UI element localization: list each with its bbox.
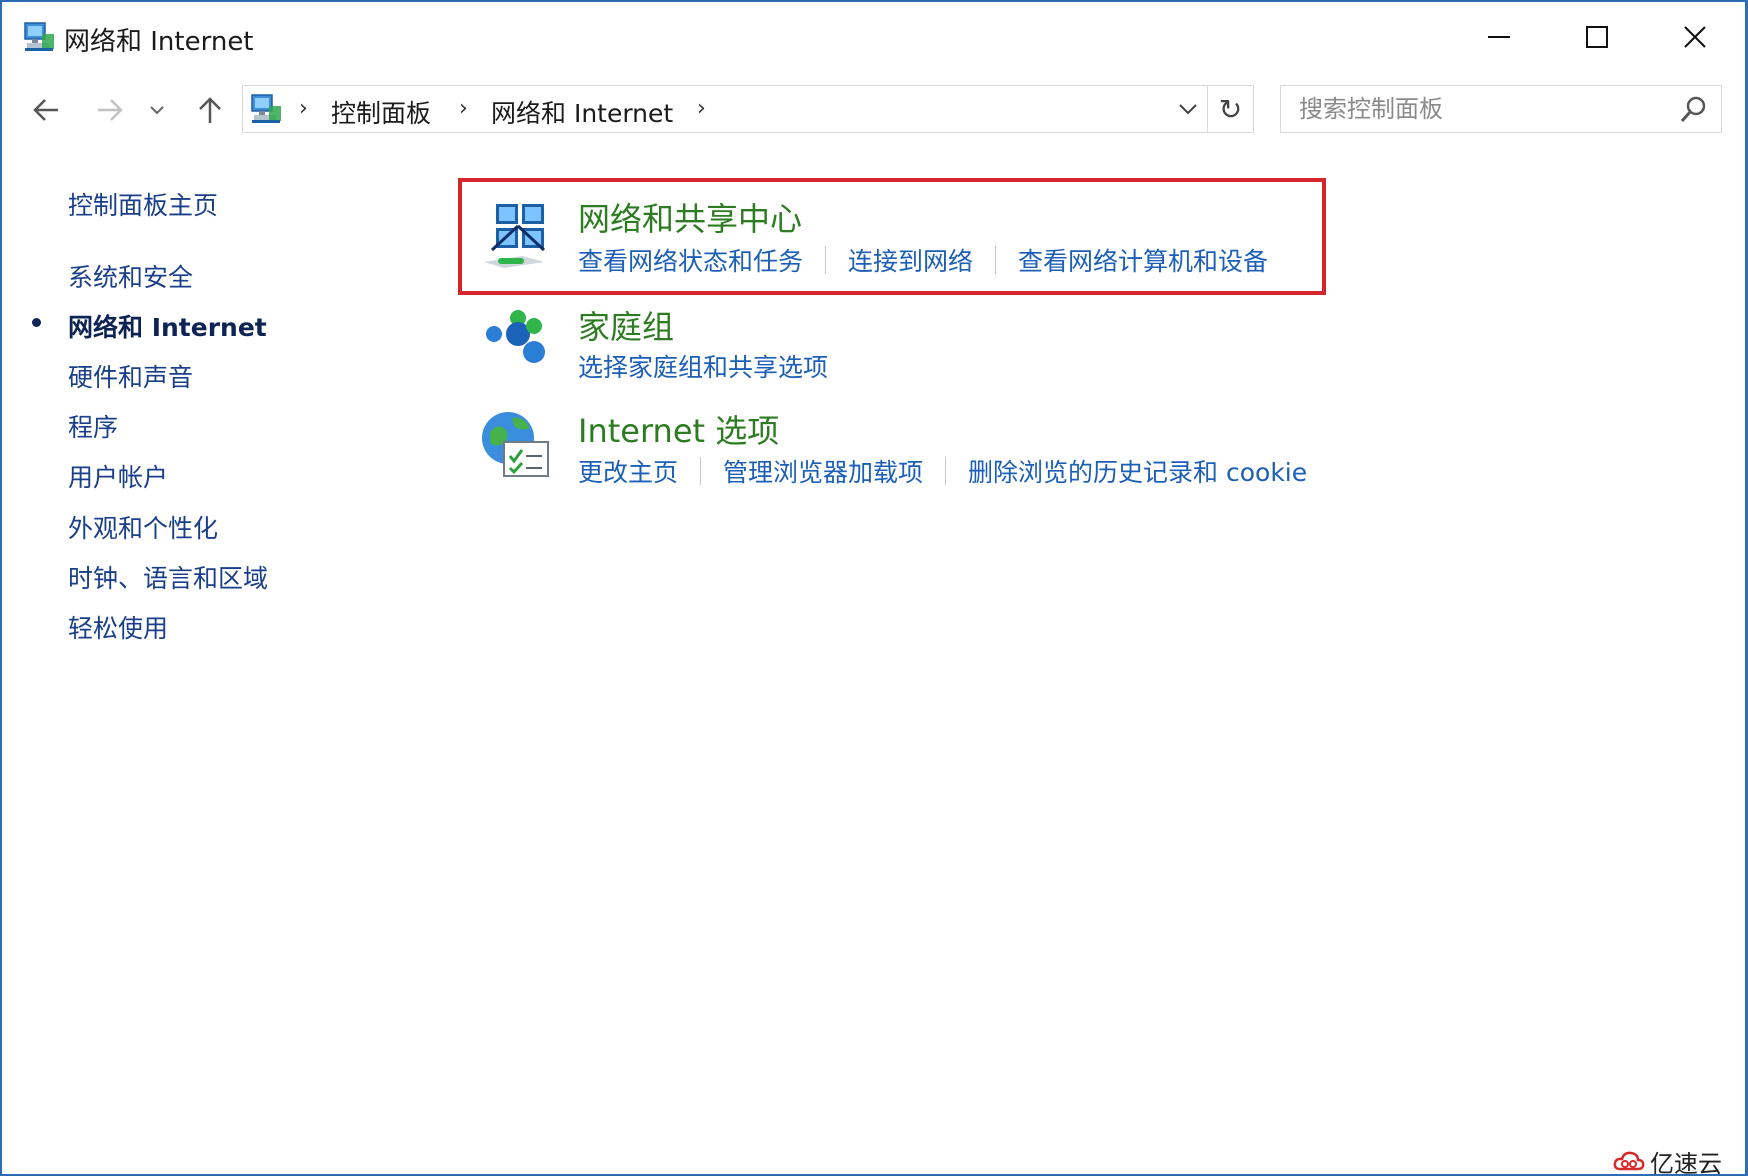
sidebar-item-programs[interactable]: 程序 bbox=[68, 408, 118, 444]
search-box[interactable] bbox=[1280, 85, 1722, 133]
refresh-button[interactable]: ↻ bbox=[1208, 85, 1254, 133]
close-icon bbox=[1684, 26, 1706, 48]
address-bar[interactable]: › 控制面板 › 网络和 Internet › bbox=[242, 85, 1208, 133]
link-separator bbox=[825, 246, 827, 274]
link-homegroup-sharing-options[interactable]: 选择家庭组和共享选项 bbox=[578, 348, 828, 384]
active-item-bullet bbox=[32, 318, 41, 327]
category-links-internet-options: 更改主页 管理浏览器加载项 删除浏览的历史记录和 cookie bbox=[578, 453, 1307, 489]
control-panel-window: 网络和 Internet › 控制面板 › 网络和 Internet › ↻ 搜… bbox=[0, 0, 1748, 1176]
breadcrumb-control-panel[interactable]: 控制面板 bbox=[331, 94, 431, 130]
chevron-down-icon bbox=[150, 106, 164, 115]
link-separator bbox=[945, 457, 947, 485]
recent-locations-button[interactable] bbox=[142, 88, 172, 132]
back-button[interactable] bbox=[24, 88, 68, 132]
internet-options-icon[interactable] bbox=[480, 408, 552, 480]
chevron-right-icon[interactable]: › bbox=[459, 96, 468, 121]
link-separator bbox=[995, 246, 997, 274]
title-bar[interactable]: 网络和 Internet bbox=[2, 2, 1745, 72]
sidebar-item-ease-of-access[interactable]: 轻松使用 bbox=[68, 609, 168, 645]
link-connect-to-network[interactable]: 连接到网络 bbox=[848, 242, 973, 278]
forward-button[interactable] bbox=[88, 88, 132, 132]
arrow-up-icon bbox=[199, 97, 221, 123]
search-input[interactable] bbox=[1299, 94, 1659, 124]
breadcrumb-network-internet[interactable]: 网络和 Internet bbox=[491, 94, 673, 130]
category-title-homegroup[interactable]: 家庭组 bbox=[578, 302, 674, 348]
window-title: 网络和 Internet bbox=[64, 27, 254, 57]
link-separator bbox=[700, 457, 702, 485]
homegroup-icon[interactable] bbox=[482, 304, 554, 376]
address-history-dropdown[interactable] bbox=[1171, 94, 1205, 124]
category-title-internet-options[interactable]: Internet 选项 bbox=[578, 406, 779, 452]
category-links-homegroup: 选择家庭组和共享选项 bbox=[578, 348, 828, 384]
arrow-right-icon bbox=[98, 99, 123, 121]
minimize-button[interactable] bbox=[1450, 2, 1548, 72]
watermark-text: 亿速云 bbox=[1650, 1149, 1722, 1176]
network-folder-icon bbox=[22, 20, 56, 54]
sidebar-item-system-security[interactable]: 系统和安全 bbox=[68, 258, 193, 294]
refresh-icon: ↻ bbox=[1218, 92, 1243, 126]
link-view-network-computers[interactable]: 查看网络计算机和设备 bbox=[1018, 242, 1268, 278]
sidebar-item-control-panel-home[interactable]: 控制面板主页 bbox=[68, 186, 218, 222]
link-view-network-status[interactable]: 查看网络状态和任务 bbox=[578, 242, 803, 278]
maximize-icon bbox=[1586, 26, 1608, 48]
up-button[interactable] bbox=[188, 88, 232, 132]
sidebar-item-clock-region[interactable]: 时钟、语言和区域 bbox=[68, 559, 268, 595]
link-change-home-page[interactable]: 更改主页 bbox=[578, 453, 678, 489]
sidebar-item-hardware-sound[interactable]: 硬件和声音 bbox=[68, 358, 193, 394]
minimize-icon bbox=[1488, 36, 1510, 38]
sidebar-item-appearance[interactable]: 外观和个性化 bbox=[68, 509, 218, 545]
sidebar-item-user-accounts[interactable]: 用户帐户 bbox=[68, 458, 168, 494]
network-folder-icon bbox=[249, 92, 283, 126]
chevron-down-icon bbox=[1179, 104, 1197, 115]
link-manage-addons[interactable]: 管理浏览器加载项 bbox=[723, 453, 923, 489]
chevron-right-icon[interactable]: › bbox=[299, 96, 308, 121]
search-icon[interactable] bbox=[1677, 94, 1709, 126]
watermark: 亿速云 bbox=[1612, 1146, 1722, 1176]
category-title-network-sharing-center[interactable]: 网络和共享中心 bbox=[578, 194, 802, 240]
sidebar-item-network-internet[interactable]: 网络和 Internet bbox=[68, 308, 267, 344]
link-delete-browsing-history[interactable]: 删除浏览的历史记录和 cookie bbox=[968, 453, 1307, 489]
maximize-button[interactable] bbox=[1548, 2, 1646, 72]
network-sharing-center-icon[interactable] bbox=[482, 200, 554, 272]
close-button[interactable] bbox=[1646, 2, 1744, 72]
category-links-network-sharing-center: 查看网络状态和任务 连接到网络 查看网络计算机和设备 bbox=[578, 242, 1268, 278]
arrow-left-icon bbox=[33, 99, 58, 121]
cloud-logo-icon bbox=[1613, 1151, 1645, 1171]
chevron-right-icon[interactable]: › bbox=[697, 96, 706, 121]
